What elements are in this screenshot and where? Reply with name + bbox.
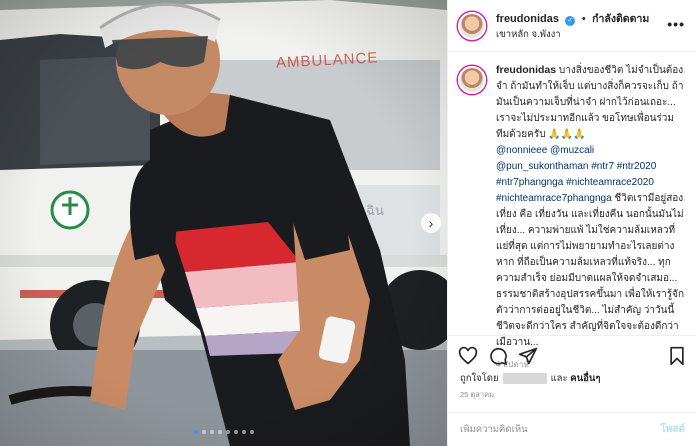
carousel-dot	[217, 430, 222, 434]
post-side-panel: freudonidas ✓ • กำลังติดตาม เขาหลัก จ.พั…	[447, 0, 696, 446]
redacted-username	[502, 373, 547, 384]
carousel-dot	[201, 430, 206, 434]
header-user-info: freudonidas ✓ • กำลังติดตาม เขาหลัก จ.พั…	[496, 10, 676, 42]
caption-text-tail: ชีวิตเรามีอยู่สองเที่ยง คือ เที่ยงวัน แล…	[496, 193, 685, 348]
verified-badge-icon: ✓	[565, 15, 576, 26]
likes-prefix: ถูกใจโดย	[460, 373, 499, 384]
next-photo-button[interactable]: ›	[421, 213, 441, 233]
carousel-indicator	[0, 430, 447, 434]
cyclist-photo-illustration: ฉุกเฉิน	[0, 0, 447, 446]
bookmark-icon[interactable]	[667, 346, 687, 366]
carousel-dot	[209, 430, 214, 434]
carousel-dot	[249, 430, 254, 434]
post-date: 25 ตุลาคม	[460, 390, 495, 399]
mention-link[interactable]: @nonnieee	[496, 145, 547, 156]
carousel-dot	[233, 430, 238, 434]
caption-text-lead: บางสิ่งของชีวิต ไม่จำเป็นต้องจำ ถ้ามันทำ…	[496, 65, 684, 140]
likes-joiner: และ	[550, 373, 568, 384]
header-separator: •	[581, 12, 586, 25]
carousel-dot	[225, 430, 230, 434]
hashtag-link[interactable]: #ntr7phangnga	[496, 177, 563, 188]
following-button[interactable]: กำลังติดตาม	[592, 13, 649, 25]
mention-link[interactable]: @muzcali	[550, 145, 594, 156]
post-caption: freudonidas บางสิ่งของชีวิต ไม่จำเป็นต้อ…	[448, 62, 696, 373]
hashtag-link[interactable]: #nichteamrace2020	[566, 177, 654, 188]
caption-avatar[interactable]	[458, 66, 486, 94]
post-comment-button[interactable]: โพสต์	[660, 422, 685, 437]
comment-bubble-icon[interactable]	[488, 346, 508, 366]
caption-username-link[interactable]: freudonidas	[496, 64, 556, 76]
paper-plane-icon[interactable]	[518, 346, 538, 366]
carousel-dot-active	[193, 430, 198, 434]
header-username-link[interactable]: freudonidas	[496, 13, 559, 25]
likes-summary: ถูกใจโดย และ คนอื่นๆ	[460, 371, 600, 386]
more-options-icon[interactable]: •••	[667, 16, 685, 32]
likes-others-link[interactable]: คนอื่นๆ	[570, 371, 600, 386]
chevron-right-icon: ›	[428, 215, 434, 231]
post-header: freudonidas ✓ • กำลังติดตาม เขาหลัก จ.พั…	[448, 0, 696, 52]
mention-link[interactable]: @pun_sukonthaman	[496, 161, 588, 172]
hashtag-link[interactable]: #ntr7	[591, 161, 614, 172]
hashtag-link[interactable]: #nichteamrace7phangnga	[496, 193, 612, 204]
post-actions-bar	[448, 335, 696, 375]
hashtag-link[interactable]: #ntr2020	[617, 161, 656, 172]
caption-text-block: freudonidas บางสิ่งของชีวิต ไม่จำเป็นต้อ…	[496, 62, 686, 373]
instagram-post: ฉุกเฉิน	[0, 0, 696, 446]
avatar[interactable]	[458, 11, 486, 40]
comment-input[interactable]	[460, 424, 661, 435]
post-photo[interactable]: ฉุกเฉิน	[0, 0, 447, 446]
location-link[interactable]: เขาหลัก จ.พังงา	[496, 27, 676, 42]
comment-box: โพสต์	[448, 412, 696, 446]
carousel-dot	[241, 430, 246, 434]
heart-icon[interactable]	[458, 346, 478, 366]
